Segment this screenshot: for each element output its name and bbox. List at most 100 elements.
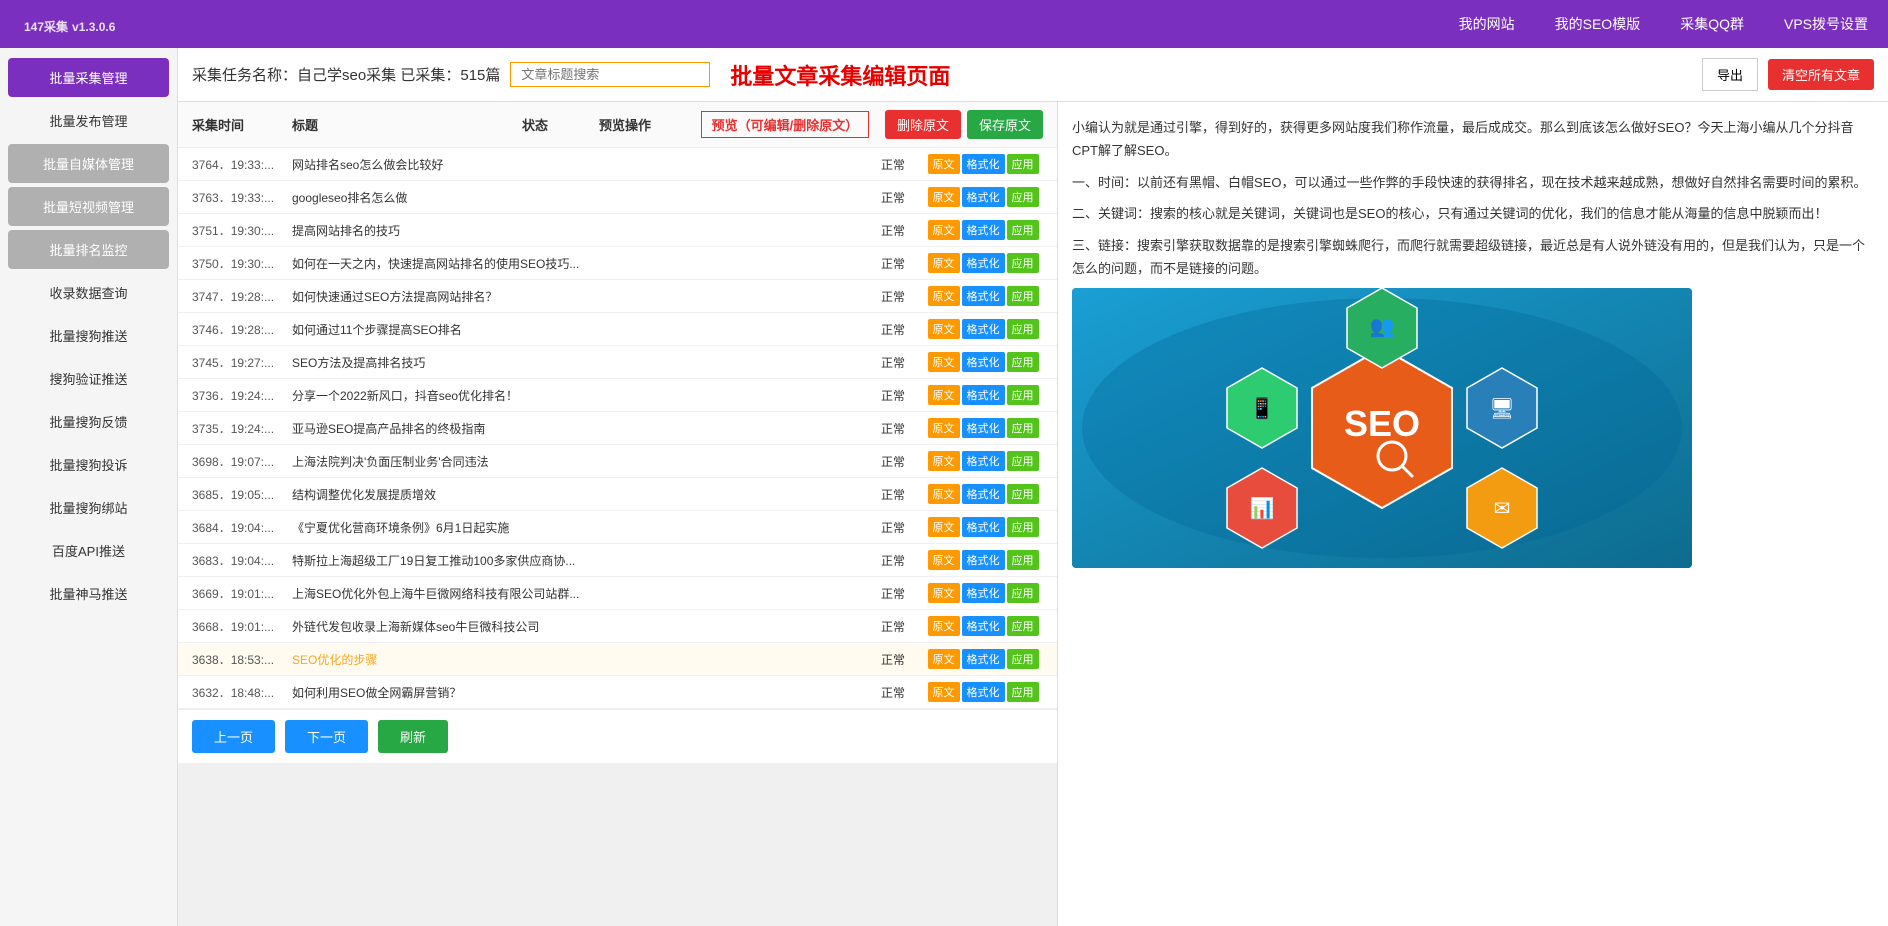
sidebar-item-sougou-push[interactable]: 批量搜狗推送 bbox=[8, 316, 169, 355]
svg-text:📊: 📊 bbox=[1250, 496, 1275, 520]
op-apply-button[interactable]: 应用 bbox=[1007, 253, 1039, 273]
nav-mysite[interactable]: 我的网站 bbox=[1459, 14, 1515, 34]
refresh-button[interactable]: 刷新 bbox=[378, 720, 448, 753]
op-apply-button[interactable]: 应用 bbox=[1007, 286, 1039, 306]
op-apply-button[interactable]: 应用 bbox=[1007, 649, 1039, 669]
op-apply-button[interactable]: 应用 bbox=[1007, 418, 1039, 438]
op-format-button[interactable]: 格式化 bbox=[962, 352, 1005, 372]
table-row: 3764．19:33:... 网站排名seo怎么做会比较好 正常 原文 格式化 … bbox=[178, 148, 1057, 181]
op-format-button[interactable]: 格式化 bbox=[962, 583, 1005, 603]
sidebar-item-sougou-feedback[interactable]: 批量搜狗反馈 bbox=[8, 402, 169, 441]
op-apply-button[interactable]: 应用 bbox=[1007, 319, 1039, 339]
table-row: 3638．18:53:... SEO优化的步骤 正常 原文 格式化 应用 bbox=[178, 643, 1057, 676]
op-apply-button[interactable]: 应用 bbox=[1007, 385, 1039, 405]
op-apply-button[interactable]: 应用 bbox=[1007, 682, 1039, 702]
op-format-button[interactable]: 格式化 bbox=[962, 682, 1005, 702]
op-format-button[interactable]: 格式化 bbox=[962, 154, 1005, 174]
op-format-button[interactable]: 格式化 bbox=[962, 418, 1005, 438]
op-format-button[interactable]: 格式化 bbox=[962, 253, 1005, 273]
op-apply-button[interactable]: 应用 bbox=[1007, 220, 1039, 240]
nav-links: 我的网站 我的SEO模版 采集QQ群 VPS拨号设置 bbox=[1459, 14, 1868, 34]
op-original-button[interactable]: 原文 bbox=[928, 649, 960, 669]
sidebar-item-sougou-verify[interactable]: 搜狗验证推送 bbox=[8, 359, 169, 398]
row-title: 如何在一天之内，快速提高网站排名的使用SEO技巧... bbox=[292, 255, 863, 272]
nav-seo-template[interactable]: 我的SEO模版 bbox=[1555, 14, 1641, 34]
op-original-button[interactable]: 原文 bbox=[928, 385, 960, 405]
op-original-button[interactable]: 原文 bbox=[928, 616, 960, 636]
next-page-button[interactable]: 下一页 bbox=[285, 720, 368, 753]
op-original-button[interactable]: 原文 bbox=[928, 319, 960, 339]
op-format-button[interactable]: 格式化 bbox=[962, 451, 1005, 471]
op-original-button[interactable]: 原文 bbox=[928, 451, 960, 471]
sidebar-item-rank[interactable]: 批量排名监控 bbox=[8, 230, 169, 269]
sidebar-item-media[interactable]: 批量自媒体管理 bbox=[8, 144, 169, 183]
op-format-button[interactable]: 格式化 bbox=[962, 319, 1005, 339]
sidebar-item-shenma-push[interactable]: 批量神马推送 bbox=[8, 574, 169, 613]
row-title: 分享一个2022新风口，抖音seo优化排名！ bbox=[292, 387, 863, 404]
row-status: 正常 bbox=[863, 288, 923, 305]
delete-original-button[interactable]: 删除原文 bbox=[885, 110, 961, 139]
op-apply-button[interactable]: 应用 bbox=[1007, 517, 1039, 537]
op-original-button[interactable]: 原文 bbox=[928, 154, 960, 174]
op-format-button[interactable]: 格式化 bbox=[962, 550, 1005, 570]
row-status: 正常 bbox=[863, 519, 923, 536]
page-heading: 批量文章采集编辑页面 bbox=[730, 59, 950, 91]
op-original-button[interactable]: 原文 bbox=[928, 187, 960, 207]
op-format-button[interactable]: 格式化 bbox=[962, 616, 1005, 636]
op-format-button[interactable]: 格式化 bbox=[962, 484, 1005, 504]
sidebar-item-record[interactable]: 收录数据查询 bbox=[8, 273, 169, 312]
save-original-button[interactable]: 保存原文 bbox=[967, 110, 1043, 139]
nav-vps-setting[interactable]: VPS拨号设置 bbox=[1784, 14, 1868, 34]
op-original-button[interactable]: 原文 bbox=[928, 517, 960, 537]
row-ops: 原文 格式化 应用 bbox=[923, 451, 1043, 471]
op-original-button[interactable]: 原文 bbox=[928, 286, 960, 306]
preview-editable-label[interactable]: 预览（可编辑/删除原文） bbox=[701, 111, 870, 138]
row-ops: 原文 格式化 应用 bbox=[923, 418, 1043, 438]
svg-text:👥: 👥 bbox=[1370, 316, 1395, 338]
op-original-button[interactable]: 原文 bbox=[928, 220, 960, 240]
op-apply-button[interactable]: 应用 bbox=[1007, 616, 1039, 636]
sidebar-item-collect[interactable]: 批量采集管理 bbox=[8, 58, 169, 97]
op-apply-button[interactable]: 应用 bbox=[1007, 550, 1039, 570]
table-row: 3745．19:27:... SEO方法及提高排名技巧 正常 原文 格式化 应用 bbox=[178, 346, 1057, 379]
op-apply-button[interactable]: 应用 bbox=[1007, 352, 1039, 372]
op-apply-button[interactable]: 应用 bbox=[1007, 484, 1039, 504]
clear-all-button[interactable]: 清空所有文章 bbox=[1768, 59, 1874, 90]
op-format-button[interactable]: 格式化 bbox=[962, 286, 1005, 306]
sidebar-item-baidu-api[interactable]: 百度API推送 bbox=[8, 531, 169, 570]
sidebar-item-sougou-complaint[interactable]: 批量搜狗投诉 bbox=[8, 445, 169, 484]
op-apply-button[interactable]: 应用 bbox=[1007, 583, 1039, 603]
op-original-button[interactable]: 原文 bbox=[928, 352, 960, 372]
op-original-button[interactable]: 原文 bbox=[928, 253, 960, 273]
op-format-button[interactable]: 格式化 bbox=[962, 220, 1005, 240]
row-title: 提高网站排名的技巧 bbox=[292, 222, 863, 239]
op-format-button[interactable]: 格式化 bbox=[962, 385, 1005, 405]
op-format-button[interactable]: 格式化 bbox=[962, 187, 1005, 207]
sidebar-item-publish[interactable]: 批量发布管理 bbox=[8, 101, 169, 140]
op-apply-button[interactable]: 应用 bbox=[1007, 451, 1039, 471]
op-format-button[interactable]: 格式化 bbox=[962, 517, 1005, 537]
op-original-button[interactable]: 原文 bbox=[928, 682, 960, 702]
row-time: 3684．19:04:... bbox=[192, 519, 292, 536]
row-time: 3698．19:07:... bbox=[192, 453, 292, 470]
row-time: 3747．19:28:... bbox=[192, 288, 292, 305]
row-time: 3736．19:24:... bbox=[192, 387, 292, 404]
op-format-button[interactable]: 格式化 bbox=[962, 649, 1005, 669]
export-button[interactable]: 导出 bbox=[1702, 58, 1758, 91]
op-apply-button[interactable]: 应用 bbox=[1007, 187, 1039, 207]
row-title: 网站排名seo怎么做会比较好 bbox=[292, 156, 863, 173]
svg-text:SEO: SEO bbox=[1344, 403, 1420, 444]
op-original-button[interactable]: 原文 bbox=[928, 550, 960, 570]
op-apply-button[interactable]: 应用 bbox=[1007, 154, 1039, 174]
main-content: 采集任务名称：自己学seo采集 已采集：515篇 批量文章采集编辑页面 导出 清… bbox=[178, 48, 1888, 926]
table-row: 3735．19:24:... 亚马逊SEO提高产品排名的终极指南 正常 原文 格… bbox=[178, 412, 1057, 445]
op-original-button[interactable]: 原文 bbox=[928, 418, 960, 438]
sidebar-item-video[interactable]: 批量短视频管理 bbox=[8, 187, 169, 226]
op-original-button[interactable]: 原文 bbox=[928, 583, 960, 603]
search-input[interactable] bbox=[510, 62, 710, 87]
nav-qq-group[interactable]: 采集QQ群 bbox=[1680, 14, 1744, 34]
col-header-time: 采集时间 bbox=[192, 115, 292, 134]
sidebar-item-sougou-bind[interactable]: 批量搜狗绑站 bbox=[8, 488, 169, 527]
op-original-button[interactable]: 原文 bbox=[928, 484, 960, 504]
prev-page-button[interactable]: 上一页 bbox=[192, 720, 275, 753]
